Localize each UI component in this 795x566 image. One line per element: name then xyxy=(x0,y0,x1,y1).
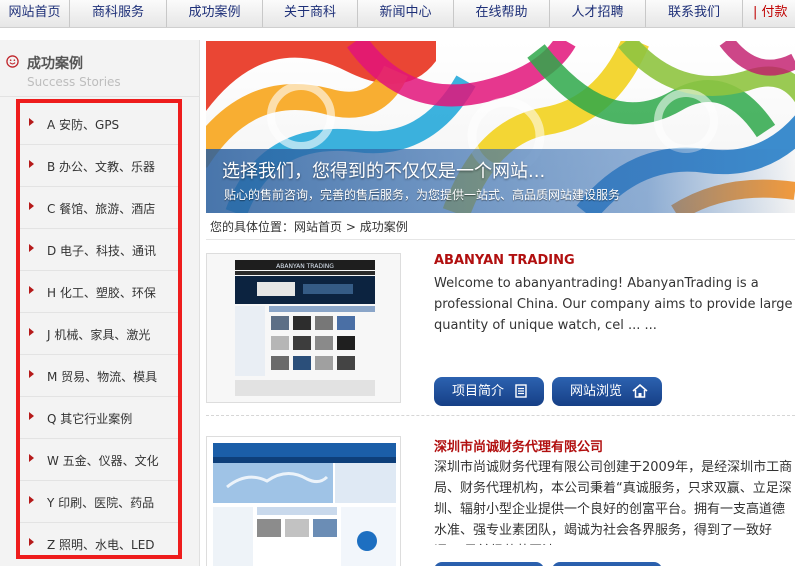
hero-banner: 选择我们，您得到的不仅仅是一个网站... 贴心的售前咨询，完善的售后服务，为您提… xyxy=(206,41,795,213)
arrow-right-icon xyxy=(29,160,34,168)
banner-subtitle: 贴心的售前咨询，完善的售后服务，为您提供一站式、高品质网站建设服务 xyxy=(224,188,621,202)
arrow-right-icon xyxy=(29,412,34,420)
sidebar-header: 成功案例 Success Stories xyxy=(0,40,200,97)
category-list: A 安防、GPS B 办公、文教、乐器 C 餐馆、旅游、酒店 D 电子、科技、通… xyxy=(20,103,178,565)
nav-payment[interactable]: | 付款 xyxy=(743,0,795,27)
top-nav: 网站首页 商科服务 成功案例 关于商科 新闻中心 在线帮助 人才招聘 联系我们 … xyxy=(0,0,795,28)
arrow-right-icon xyxy=(29,118,34,126)
category-item[interactable]: Z 照明、水电、LED xyxy=(20,523,178,565)
category-item[interactable]: W 五金、仪器、文化 xyxy=(20,439,178,481)
arrow-right-icon xyxy=(29,244,34,252)
home-icon xyxy=(632,384,648,398)
category-label: C 餐馆、旅游、酒店 xyxy=(47,202,156,216)
nav-contact[interactable]: 联系我们 xyxy=(646,0,743,27)
category-item[interactable]: Q 其它行业案例 xyxy=(20,397,178,439)
arrow-right-icon xyxy=(29,202,34,210)
category-item[interactable]: A 安防、GPS xyxy=(20,103,178,145)
nav-news[interactable]: 新闻中心 xyxy=(358,0,454,27)
case-thumbnail[interactable] xyxy=(206,436,401,566)
arrow-right-icon xyxy=(29,286,34,294)
category-label: J 机械、家具、激光 xyxy=(47,328,151,342)
project-intro-button[interactable] xyxy=(434,562,544,566)
project-intro-button[interactable]: 项目简介 xyxy=(434,377,544,406)
breadcrumb-prefix: 您的具体位置： xyxy=(210,220,295,234)
case-description: 深圳市尚诚财务代理有限公司创建于2009年，是经深圳市工商局、财务代理机构，本公… xyxy=(434,460,793,545)
case-item: ABANYAN TRADING ABANYAN TRADING Welcome … xyxy=(206,253,795,413)
category-item[interactable]: J 机械、家具、激光 xyxy=(20,313,178,355)
sidebar-subtitle: Success Stories xyxy=(27,75,121,89)
banner-title: 选择我们，您得到的不仅仅是一个网站... xyxy=(222,161,546,182)
breadcrumb-home-link[interactable]: 网站首页 xyxy=(294,220,342,234)
category-label: A 安防、GPS xyxy=(47,118,120,132)
nav-home[interactable]: 网站首页 xyxy=(0,0,70,27)
category-item[interactable]: D 电子、科技、通讯 xyxy=(20,229,178,271)
site-browse-button[interactable]: 网站浏览 xyxy=(552,377,662,406)
category-label: Q 其它行业案例 xyxy=(47,412,133,426)
case-item: 深圳市尚诚财务代理有限公司 深圳市尚诚财务代理有限公司创建于2009年，是经深圳… xyxy=(206,436,795,566)
category-label: M 贸易、物流、模具 xyxy=(47,370,158,384)
category-highlight-box: A 安防、GPS B 办公、文教、乐器 C 餐馆、旅游、酒店 D 电子、科技、通… xyxy=(16,99,182,559)
case-title[interactable]: 深圳市尚诚财务代理有限公司 xyxy=(434,436,603,455)
category-label: D 电子、科技、通讯 xyxy=(47,244,157,258)
category-label: Y 印刷、医院、药品 xyxy=(47,496,155,510)
category-label: W 五金、仪器、文化 xyxy=(47,454,159,468)
category-item[interactable]: C 餐馆、旅游、酒店 xyxy=(20,187,178,229)
arrow-right-icon xyxy=(29,538,34,546)
site-browse-button[interactable] xyxy=(552,562,662,566)
category-item[interactable]: M 贸易、物流、模具 xyxy=(20,355,178,397)
breadcrumb: 您的具体位置：网站首页 > 成功案例 xyxy=(210,218,795,238)
site-browse-label: 网站浏览 xyxy=(570,384,623,399)
nav-jobs[interactable]: 人才招聘 xyxy=(550,0,646,27)
website-preview-image xyxy=(207,437,400,566)
website-preview-image: ABANYAN TRADING xyxy=(207,254,400,402)
category-item[interactable]: H 化工、塑胶、环保 xyxy=(20,271,178,313)
smile-icon xyxy=(6,55,19,68)
case-description: Welcome to abanyantrading! AbanyanTradin… xyxy=(434,276,793,333)
category-item[interactable]: Y 印刷、医院、药品 xyxy=(20,481,178,523)
category-label: B 办公、文教、乐器 xyxy=(47,160,156,174)
case-divider xyxy=(206,415,795,416)
page: 网站首页 商科服务 成功案例 关于商科 新闻中心 在线帮助 人才招聘 联系我们 … xyxy=(0,0,795,566)
nav-cases[interactable]: 成功案例 xyxy=(167,0,263,27)
sidebar-title: 成功案例 xyxy=(27,56,83,72)
breadcrumb-divider xyxy=(206,239,795,240)
nav-about[interactable]: 关于商科 xyxy=(263,0,358,27)
breadcrumb-current: 成功案例 xyxy=(359,220,408,234)
case-thumbnail[interactable]: ABANYAN TRADING xyxy=(206,253,401,403)
category-item[interactable]: B 办公、文教、乐器 xyxy=(20,145,178,187)
category-label: H 化工、塑胶、环保 xyxy=(47,286,156,300)
arrow-right-icon xyxy=(29,328,34,336)
nav-services[interactable]: 商科服务 xyxy=(70,0,167,27)
nav-help[interactable]: 在线帮助 xyxy=(454,0,550,27)
document-icon xyxy=(515,384,527,398)
project-intro-label: 项目简介 xyxy=(452,384,505,399)
arrow-right-icon xyxy=(29,370,34,378)
case-title[interactable]: ABANYAN TRADING xyxy=(434,253,575,268)
category-label: Z 照明、水电、LED xyxy=(47,538,155,552)
breadcrumb-separator: > xyxy=(342,220,360,234)
thumb-site-title: ABANYAN TRADING xyxy=(276,263,334,270)
arrow-right-icon xyxy=(29,496,34,504)
arrow-right-icon xyxy=(29,454,34,462)
